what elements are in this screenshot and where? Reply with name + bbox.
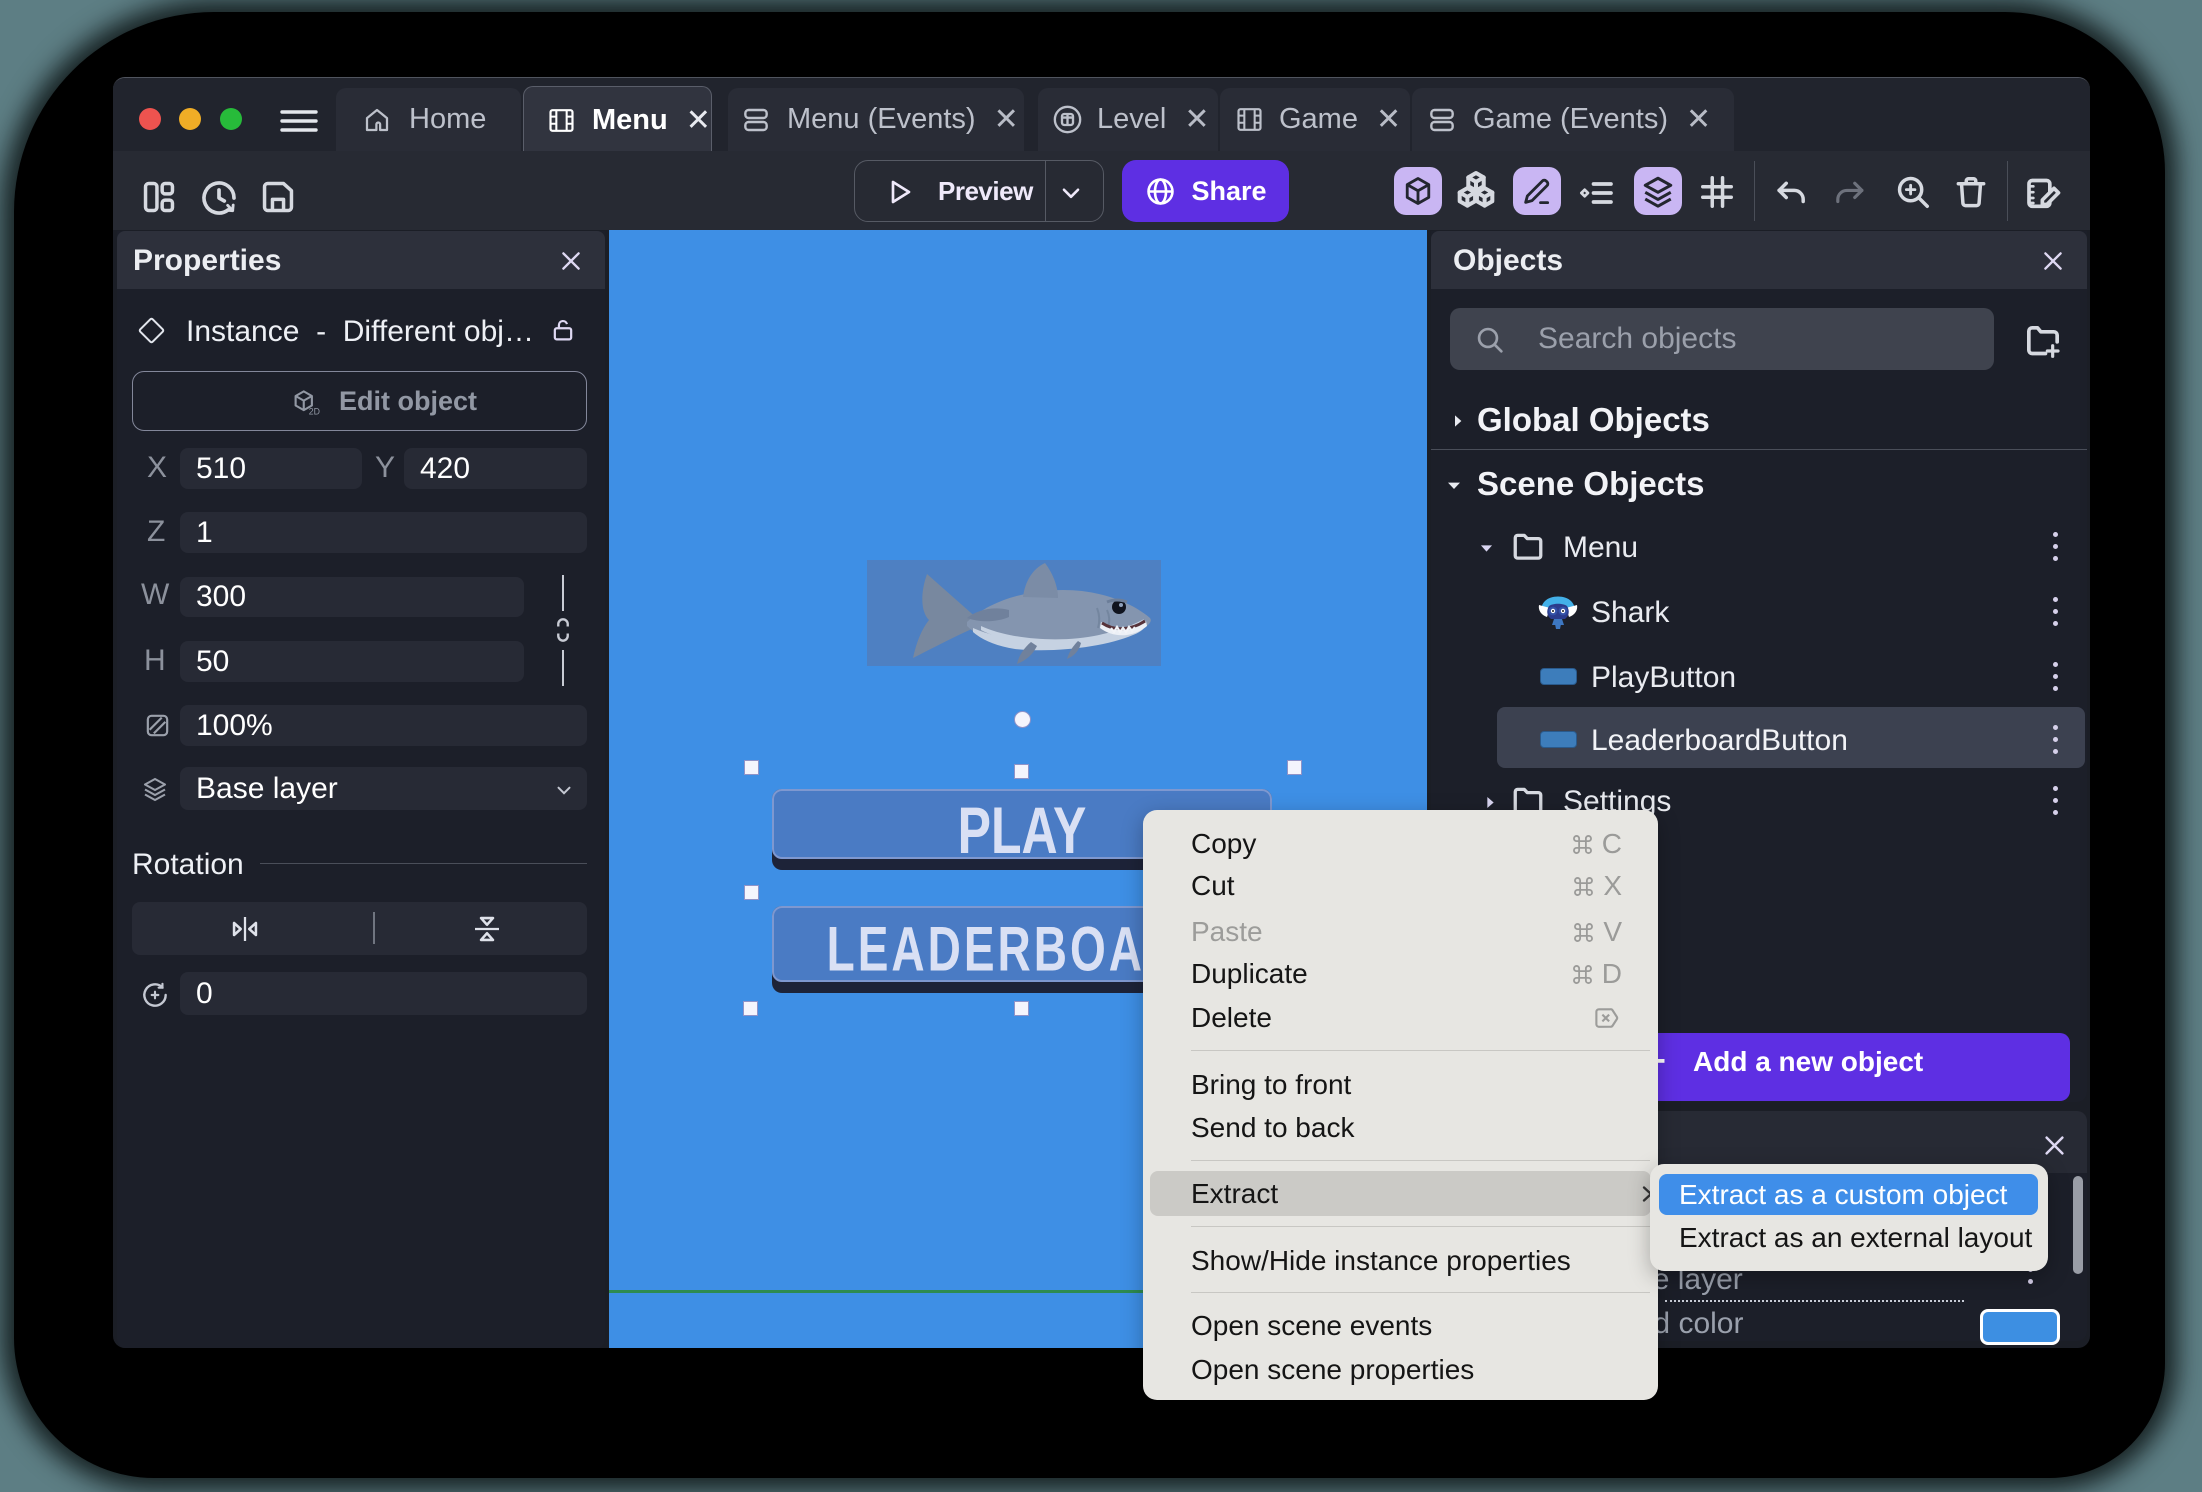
svg-text:2D: 2D	[309, 407, 320, 417]
